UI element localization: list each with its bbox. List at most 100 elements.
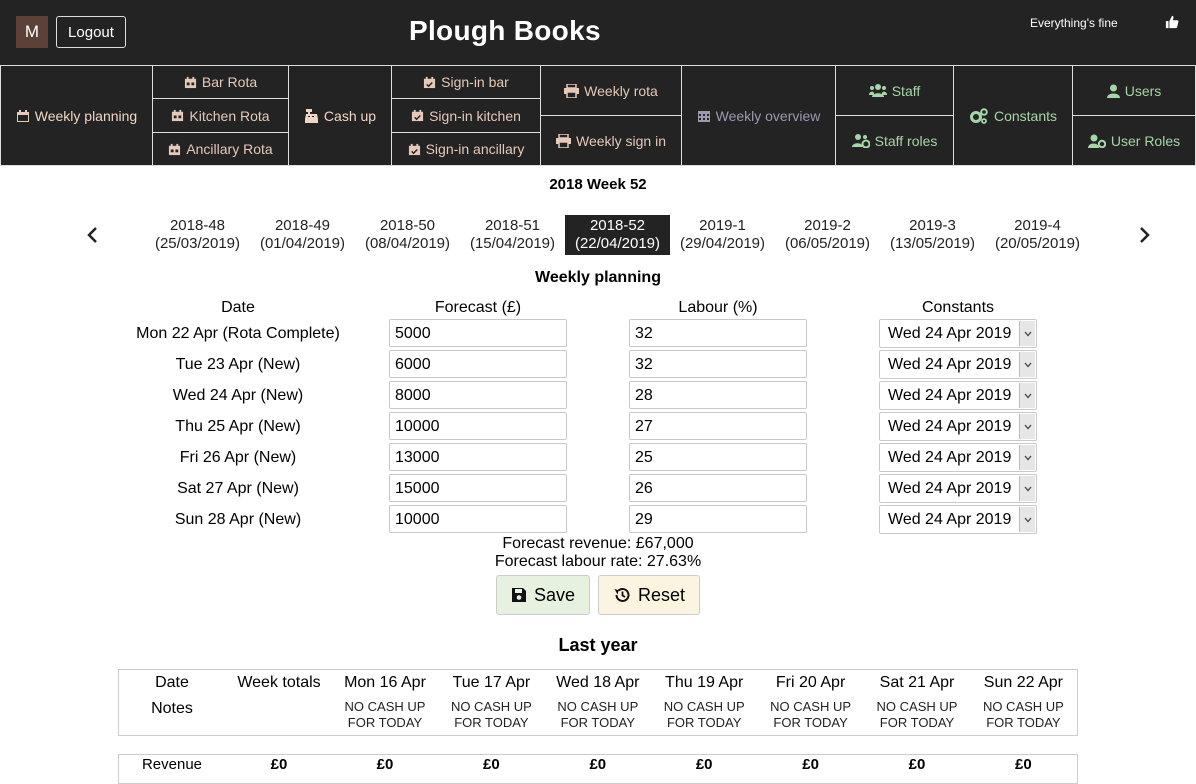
constants-value: Wed 24 Apr 2019 <box>888 418 1012 435</box>
avatar[interactable]: M <box>16 16 48 48</box>
forecast-input[interactable]: 10000 <box>389 412 567 440</box>
nav-label: Sign-in kitchen <box>429 107 521 124</box>
top-header: M Logout Plough Books Everything's fine <box>0 0 1196 65</box>
constants-select[interactable]: Wed 24 Apr 2019 <box>879 443 1037 472</box>
week-label: 2018-49 <box>274 217 331 234</box>
week-option[interactable]: 2019-1 (29/04/2019) <box>670 215 775 255</box>
week-label: 2019-4 <box>1014 217 1061 234</box>
ly-day-note: NO CASH UP FOR TODAY <box>876 699 958 730</box>
week-option[interactable]: 2018-48 (25/03/2019) <box>145 215 250 255</box>
row-date: Thu 25 Apr (New) <box>175 418 301 435</box>
forecast-input[interactable]: 13000 <box>389 443 567 471</box>
constants-select[interactable]: Wed 24 Apr 2019 <box>879 474 1037 503</box>
constants-select[interactable]: Wed 24 Apr 2019 <box>879 412 1037 441</box>
nav-label: Constants <box>993 107 1058 124</box>
constants-value: Wed 24 Apr 2019 <box>888 387 1012 404</box>
constants-value: Wed 24 Apr 2019 <box>888 356 1012 373</box>
week-option[interactable]: 2018-51 (15/04/2019) <box>460 215 565 255</box>
nav-bar-rota[interactable]: Bar Rota <box>152 65 289 99</box>
users-cog-icon <box>851 133 870 148</box>
users-icon <box>868 84 887 97</box>
calendar-icon <box>169 143 181 155</box>
calendar-check-icon <box>412 109 424 122</box>
labour-input[interactable]: 26 <box>629 474 807 502</box>
ly-day-note: NO CASH UP FOR TODAY <box>344 699 426 730</box>
chevron-down-icon <box>1019 414 1035 439</box>
week-date: (08/04/2019) <box>364 235 451 252</box>
nav-label: Ancillary Rota <box>186 141 273 157</box>
chevron-right-icon[interactable] <box>1137 226 1151 244</box>
nav-signin-ancillary[interactable]: Sign-in ancillary <box>391 132 541 166</box>
constants-select[interactable]: Wed 24 Apr 2019 <box>879 381 1037 410</box>
ly-day-header: Thu 19 Apr <box>665 674 744 691</box>
nav-signin-kitchen[interactable]: Sign-in kitchen <box>391 98 541 133</box>
nav-signin-bar[interactable]: Sign-in bar <box>391 65 541 99</box>
main-nav: Weekly planning Bar Rota Kitchen Rota An… <box>0 65 1196 166</box>
labour-input[interactable]: 25 <box>629 443 807 471</box>
week-option[interactable]: 2018-52 (22/04/2019) <box>565 215 670 255</box>
nav-label: Kitchen Rota <box>189 107 270 124</box>
forecast-input[interactable]: 10000 <box>389 505 567 533</box>
nav-weekly-planning[interactable]: Weekly planning <box>0 65 153 166</box>
ly-day-revenue: £0 <box>695 756 713 773</box>
nav-weekly-rota[interactable]: Weekly rota <box>540 65 682 116</box>
week-option[interactable]: 2019-4 (20/05/2019) <box>985 215 1090 255</box>
labour-input[interactable]: 29 <box>629 505 807 533</box>
ly-day-note: NO CASH UP FOR TODAY <box>557 699 639 730</box>
week-date: (15/04/2019) <box>469 235 556 252</box>
nav-label: Weekly overview <box>715 107 821 124</box>
chevron-left-icon[interactable] <box>86 226 100 244</box>
ly-day-header: Mon 16 Apr <box>344 674 426 691</box>
ly-day-revenue: £0 <box>1015 756 1032 773</box>
nav-label: Users <box>1124 82 1162 99</box>
week-option[interactable]: 2019-2 (06/05/2019) <box>775 215 880 255</box>
week-label: 2018-52 <box>589 217 646 234</box>
forecast-input[interactable]: 6000 <box>389 350 567 378</box>
constants-select[interactable]: Wed 24 Apr 2019 <box>879 319 1037 348</box>
row-date: Wed 24 Apr (New) <box>172 387 304 404</box>
reset-label: Reset <box>637 584 686 605</box>
week-option[interactable]: 2019-3 (13/05/2019) <box>880 215 985 255</box>
constants-select[interactable]: Wed 24 Apr 2019 <box>879 505 1037 534</box>
nav-weekly-overview[interactable]: Weekly overview <box>681 65 836 166</box>
thumbs-up-icon[interactable] <box>1165 15 1179 29</box>
nav-user-roles[interactable]: User Roles <box>1072 115 1196 166</box>
labour-input[interactable]: 32 <box>629 319 807 347</box>
row-date: Fri 26 Apr (New) <box>179 449 297 466</box>
col-forecast-header: Forecast (£) <box>434 299 522 316</box>
app-title: Plough Books <box>409 15 601 46</box>
week-label: 2018-48 <box>169 217 226 234</box>
constants-select[interactable]: Wed 24 Apr 2019 <box>879 350 1037 379</box>
nav-users[interactable]: Users <box>1072 65 1196 116</box>
nav-kitchen-rota[interactable]: Kitchen Rota <box>152 98 289 133</box>
forecast-input[interactable]: 15000 <box>389 474 567 502</box>
ly-day-revenue: £0 <box>589 756 607 773</box>
reset-button[interactable]: Reset <box>598 575 700 615</box>
labour-input[interactable]: 27 <box>629 412 807 440</box>
week-label: 2019-2 <box>804 217 851 234</box>
labour-input[interactable]: 28 <box>629 381 807 409</box>
nav-weekly-signin[interactable]: Weekly sign in <box>540 115 682 166</box>
ly-day-note: NO CASH UP FOR TODAY <box>770 699 852 730</box>
nav-staff[interactable]: Staff <box>835 65 954 116</box>
ly-day-revenue: £0 <box>376 756 394 773</box>
save-button[interactable]: Save <box>496 575 590 615</box>
labour-input[interactable]: 32 <box>629 350 807 378</box>
save-icon <box>511 588 526 602</box>
nav-staff-roles[interactable]: Staff roles <box>835 115 954 166</box>
constants-value: Wed 24 Apr 2019 <box>888 511 1012 528</box>
nav-ancillary-rota[interactable]: Ancillary Rota <box>152 132 289 166</box>
nav-cash-up[interactable]: Cash up <box>288 65 392 166</box>
forecast-input[interactable]: 8000 <box>389 381 567 409</box>
logout-button[interactable]: Logout <box>56 16 126 48</box>
week-option[interactable]: 2018-50 (08/04/2019) <box>355 215 460 255</box>
nav-constants[interactable]: Constants <box>953 65 1073 166</box>
chevron-down-icon <box>1019 383 1035 408</box>
week-date: (29/04/2019) <box>679 235 766 252</box>
week-option[interactable]: 2018-49 (01/04/2019) <box>250 215 355 255</box>
week-date: (22/04/2019) <box>574 235 661 252</box>
ly-day-header: Sun 22 Apr <box>983 674 1063 691</box>
ly-revenue-label: Revenue <box>141 756 203 773</box>
forecast-input[interactable]: 5000 <box>389 319 567 347</box>
chevron-down-icon <box>1019 321 1035 346</box>
